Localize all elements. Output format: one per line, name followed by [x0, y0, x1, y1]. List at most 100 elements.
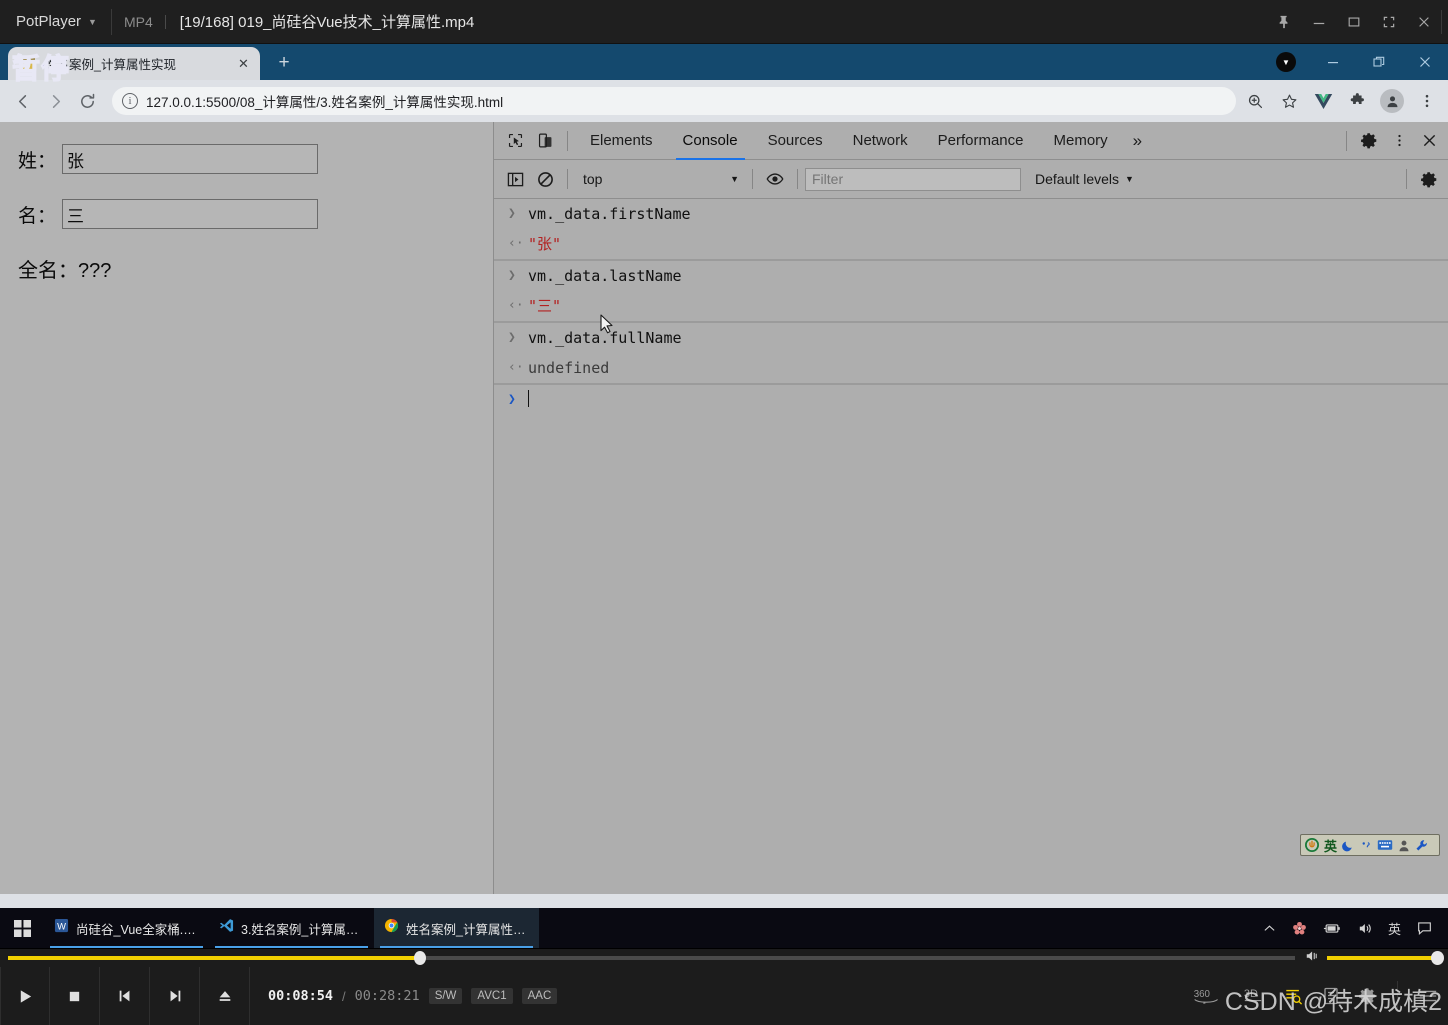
minimize-icon[interactable] — [1301, 0, 1336, 44]
console-prompt-row[interactable]: ❯ — [494, 385, 1448, 415]
badge-audio-codec[interactable]: AAC — [521, 988, 558, 1004]
bookmark-star-icon[interactable] — [1278, 90, 1300, 112]
console-settings-icon[interactable] — [1414, 164, 1444, 194]
extensions-puzzle-icon[interactable] — [1346, 90, 1368, 112]
devtools-more-options-icon[interactable] — [1384, 126, 1414, 156]
site-info-icon[interactable]: i — [122, 93, 138, 109]
sogou-logo-icon[interactable] — [1305, 838, 1319, 852]
console-output[interactable]: ❯ vm._data.firstName ‹· "张" ❯ vm._data.l… — [494, 199, 1448, 894]
download-indicator-icon[interactable]: ▼ — [1276, 52, 1296, 72]
devtools-tabbar-actions — [1339, 126, 1448, 156]
volume-icon[interactable] — [1357, 921, 1372, 936]
play-button[interactable] — [0, 967, 50, 1025]
pin-icon[interactable] — [1266, 0, 1301, 44]
more-tabs-icon[interactable]: » — [1123, 131, 1152, 151]
new-tab-button[interactable]: + — [270, 49, 298, 77]
vr360-button[interactable]: 360 — [1192, 986, 1222, 1006]
live-expression-eye-icon[interactable] — [760, 164, 790, 194]
stop-button[interactable] — [50, 967, 100, 1025]
last-name-input[interactable] — [62, 199, 319, 229]
volume-slider[interactable] — [1327, 951, 1444, 965]
tray-ime-label[interactable]: 英 — [1388, 919, 1401, 938]
restore-icon[interactable] — [1356, 44, 1402, 80]
tab-network[interactable]: Network — [838, 122, 923, 160]
clear-console-icon[interactable] — [530, 164, 560, 194]
ime-floating-toolbar[interactable]: 英 — [1300, 834, 1440, 856]
console-result-arrow-icon: ‹· — [508, 298, 524, 313]
gear-icon[interactable] — [1359, 987, 1377, 1005]
taskbar-item-chrome[interactable]: 姓名案例_计算属性实... — [374, 908, 539, 948]
close-devtools-icon[interactable] — [1414, 126, 1444, 156]
console-log-levels-selector[interactable]: Default levels ▼ — [1021, 171, 1134, 187]
close-icon[interactable] — [1402, 44, 1448, 80]
windows-start-icon[interactable] — [0, 908, 44, 948]
ime-mode-label[interactable]: 英 — [1324, 836, 1337, 855]
playlist-icon[interactable] — [1323, 987, 1339, 1005]
tab-performance[interactable]: Performance — [923, 122, 1039, 160]
settings-gear-icon[interactable] — [1354, 126, 1384, 156]
address-bar[interactable]: i 127.0.0.1:5500/08_计算属性/3.姓名案例_计算属性实现.h… — [112, 87, 1236, 115]
previous-button[interactable] — [100, 967, 150, 1025]
punctuation-icon[interactable] — [1360, 839, 1372, 851]
tab-elements[interactable]: Elements — [575, 122, 668, 160]
zoom-icon[interactable] — [1244, 90, 1266, 112]
console-sidebar-icon[interactable] — [500, 164, 530, 194]
browser-tab[interactable]: 姓名案例_计算属性实现 ✕ — [8, 47, 260, 80]
last-name-row: 名： — [18, 199, 493, 229]
back-arrow-icon[interactable] — [8, 86, 38, 116]
devtools-tab-bar: Elements Console Sources Network Perform… — [494, 122, 1448, 160]
vue-devtools-icon[interactable] — [1312, 90, 1334, 112]
chrome-menu-icon[interactable] — [1416, 90, 1438, 112]
first-name-input[interactable] — [62, 144, 319, 174]
tab-memory[interactable]: Memory — [1039, 122, 1123, 160]
console-expression: vm._data.lastName — [528, 267, 682, 285]
tab-console[interactable]: Console — [668, 122, 753, 160]
console-filter-input[interactable] — [805, 167, 1021, 191]
search-icon[interactable] — [1284, 987, 1303, 1005]
potplayer-right-controls: 360 3D — [1192, 981, 1448, 1011]
taskbar-item-word[interactable]: W 尚硅谷_Vue全家桶.d... — [44, 908, 209, 948]
tab-close-icon[interactable]: ✕ — [235, 55, 252, 72]
divider — [1406, 169, 1407, 189]
badge-video-codec[interactable]: AVC1 — [471, 988, 513, 1004]
sakura-icon[interactable] — [1292, 921, 1307, 936]
potplayer-window-controls — [1266, 0, 1448, 43]
keyboard-icon[interactable] — [1377, 839, 1393, 851]
moon-icon[interactable] — [1342, 839, 1355, 852]
potplayer-brand-menu[interactable]: PotPlayer ▼ — [0, 0, 111, 43]
badge-renderer[interactable]: S/W — [428, 988, 463, 1004]
user-icon[interactable] — [1398, 839, 1410, 852]
console-entry-group: ❯ vm._data.fullName ‹· undefined — [494, 323, 1448, 385]
fullscreen-icon[interactable] — [1371, 0, 1406, 44]
volume-slider-handle[interactable] — [1431, 951, 1444, 965]
forward-arrow-icon[interactable] — [40, 86, 70, 116]
seek-bar-handle[interactable] — [413, 951, 426, 965]
chrome-icon — [384, 918, 399, 938]
eject-button[interactable] — [200, 967, 250, 1025]
device-toolbar-icon[interactable] — [530, 126, 560, 156]
wrench-icon[interactable] — [1415, 839, 1428, 852]
console-input-line: ❯ vm._data.lastName — [494, 261, 1448, 291]
devtools-panel: Elements Console Sources Network Perform… — [494, 122, 1448, 894]
svg-text:360: 360 — [1194, 989, 1211, 1000]
console-result-line: ‹· "三" — [494, 291, 1448, 322]
inspect-element-icon[interactable] — [500, 126, 530, 156]
notification-icon[interactable] — [1417, 921, 1432, 936]
taskbar-item-vscode[interactable]: 3.姓名案例_计算属性... — [209, 908, 374, 948]
menu-icon[interactable] — [1418, 988, 1438, 1004]
speaker-icon[interactable] — [1305, 949, 1321, 968]
3d-button[interactable]: 3D — [1242, 986, 1264, 1006]
reload-icon[interactable] — [72, 86, 102, 116]
console-context-selector[interactable]: top ▼ — [575, 168, 745, 190]
chevron-up-icon[interactable] — [1263, 922, 1276, 935]
divider — [1397, 981, 1398, 1011]
maximize-icon[interactable] — [1336, 0, 1371, 44]
minimize-icon[interactable] — [1310, 44, 1356, 80]
tab-sources[interactable]: Sources — [753, 122, 838, 160]
playback-time: 00:08:54 / 00:28:21 S/W AVC1 AAC — [250, 988, 558, 1004]
battery-icon[interactable] — [1323, 922, 1341, 935]
close-icon[interactable] — [1406, 0, 1441, 44]
profile-avatar[interactable] — [1380, 89, 1404, 113]
seek-bar[interactable] — [8, 951, 1295, 965]
next-button[interactable] — [150, 967, 200, 1025]
